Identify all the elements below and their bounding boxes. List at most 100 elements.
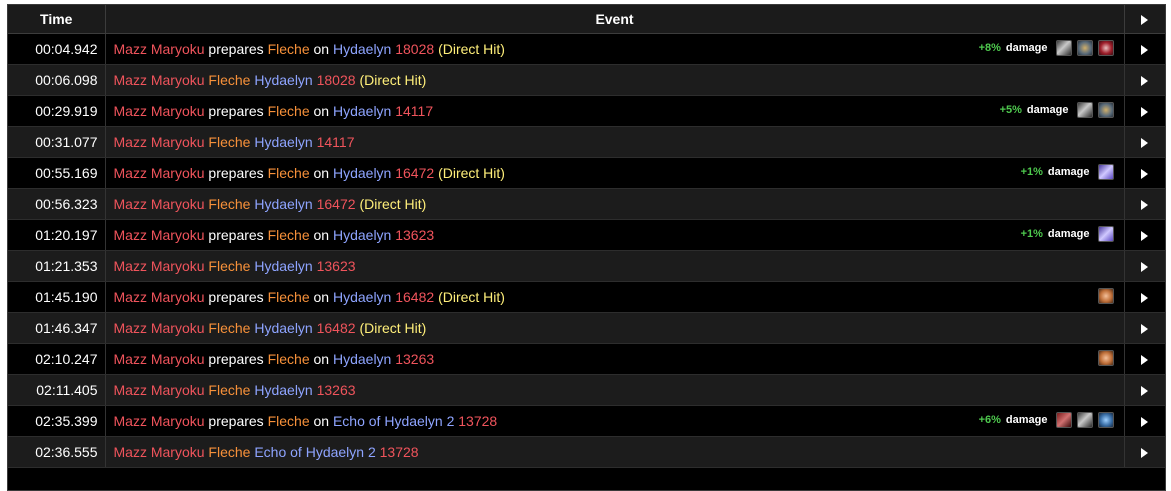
target-actor-link[interactable]: Hydaelyn [254, 382, 312, 398]
table-row[interactable]: 00:55.169 Mazz Maryoku prepares Fleche on… [8, 157, 1165, 189]
target-actor-link[interactable]: Hydaelyn [254, 72, 312, 88]
ability-link[interactable]: Fleche [208, 444, 250, 460]
whetstone-buff-icon[interactable] [1076, 102, 1093, 118]
crystal-buff-icon[interactable] [1097, 226, 1114, 242]
source-actor-link[interactable]: Mazz Maryoku [114, 196, 205, 212]
prepares-label: prepares [208, 41, 264, 57]
table-row[interactable]: 00:29.919 Mazz Maryoku prepares Fleche on… [8, 95, 1165, 127]
target-actor-link[interactable]: Echo of Hydaelyn 2 [254, 444, 375, 460]
target-actor-link[interactable]: Echo of Hydaelyn 2 [333, 413, 454, 429]
expand-all-button[interactable] [1124, 5, 1165, 34]
ability-link[interactable]: Fleche [268, 41, 310, 57]
target-actor-link[interactable]: Hydaelyn [333, 227, 391, 243]
expand-row-button[interactable] [1124, 405, 1165, 437]
target-actor-link[interactable]: Hydaelyn [333, 103, 391, 119]
ability-link[interactable]: Fleche [208, 72, 250, 88]
time-column-header[interactable]: Time [8, 5, 106, 34]
ability-link[interactable]: Fleche [268, 103, 310, 119]
target-actor-link[interactable]: Hydaelyn [333, 41, 391, 57]
table-row[interactable]: 00:04.942 Mazz Maryoku prepares Fleche on… [8, 33, 1165, 65]
crystal-buff-icon[interactable] [1097, 164, 1114, 180]
ability-link[interactable]: Fleche [208, 320, 250, 336]
table-row[interactable]: 01:46.347 Mazz Maryoku Fleche Hydaelyn 16… [8, 312, 1165, 344]
expand-row-button[interactable] [1124, 64, 1165, 96]
expand-row-button[interactable] [1124, 343, 1165, 375]
source-actor-link[interactable]: Mazz Maryoku [114, 413, 205, 429]
event-time: 02:35.399 [8, 405, 106, 437]
expand-row-button[interactable] [1124, 33, 1165, 65]
table-row[interactable]: 02:10.247 Mazz Maryoku prepares Fleche on… [8, 343, 1165, 375]
source-actor-link[interactable]: Mazz Maryoku [114, 382, 205, 398]
target-actor-link[interactable]: Hydaelyn [254, 320, 312, 336]
expand-row-button[interactable] [1124, 188, 1165, 220]
table-row[interactable]: 01:20.197 Mazz Maryoku prepares Fleche on… [8, 219, 1165, 251]
expand-row-button[interactable] [1124, 126, 1165, 158]
event-rows: 00:04.942 Mazz Maryoku prepares Fleche on… [8, 33, 1165, 468]
expand-row-button[interactable] [1124, 157, 1165, 189]
table-row[interactable]: 01:45.190 Mazz Maryoku prepares Fleche on… [8, 281, 1165, 313]
whetstone-buff-icon[interactable] [1055, 40, 1072, 56]
medal-buff-icon[interactable] [1076, 40, 1093, 56]
expand-row-button[interactable] [1124, 312, 1165, 344]
source-actor-link[interactable]: Mazz Maryoku [114, 103, 205, 119]
expand-row-button[interactable] [1124, 219, 1165, 251]
target-actor-link[interactable]: Hydaelyn [254, 196, 312, 212]
target-actor-link[interactable]: Hydaelyn [333, 289, 391, 305]
table-row[interactable]: 01:21.353 Mazz Maryoku Fleche Hydaelyn 13… [8, 250, 1165, 282]
ability-link[interactable]: Fleche [208, 258, 250, 274]
whetstone-buff-icon[interactable] [1076, 412, 1093, 428]
source-actor-link[interactable]: Mazz Maryoku [114, 258, 205, 274]
target-actor-link[interactable]: Hydaelyn [333, 351, 391, 367]
source-actor-link[interactable]: Mazz Maryoku [114, 289, 205, 305]
ability-link[interactable]: Fleche [268, 165, 310, 181]
prepares-label: prepares [208, 413, 264, 429]
ability-link[interactable]: Fleche [268, 351, 310, 367]
potion-buff-icon[interactable] [1097, 350, 1114, 366]
card-buff-icon[interactable] [1097, 40, 1114, 56]
expand-row-button[interactable] [1124, 436, 1165, 468]
source-actor-link[interactable]: Mazz Maryoku [114, 41, 205, 57]
damage-amount: 18028 [316, 72, 356, 88]
table-row[interactable]: 00:06.098 Mazz Maryoku Fleche Hydaelyn 18… [8, 64, 1165, 96]
target-actor-link[interactable]: Hydaelyn [333, 165, 391, 181]
ability-link[interactable]: Fleche [268, 413, 310, 429]
source-actor-link[interactable]: Mazz Maryoku [114, 444, 205, 460]
event-time: 00:55.169 [8, 157, 106, 189]
ability-link[interactable]: Fleche [208, 382, 250, 398]
source-actor-link[interactable]: Mazz Maryoku [114, 227, 205, 243]
target-actor-link[interactable]: Hydaelyn [254, 258, 312, 274]
potion-buff-icon[interactable] [1097, 288, 1114, 304]
event-description: Mazz Maryoku Fleche Echo of Hydaelyn 2 1… [105, 436, 1125, 468]
event-time: 00:56.323 [8, 188, 106, 220]
source-actor-link[interactable]: Mazz Maryoku [114, 351, 205, 367]
expand-row-button[interactable] [1124, 374, 1165, 406]
source-actor-link[interactable]: Mazz Maryoku [114, 72, 205, 88]
event-description: Mazz Maryoku prepares Fleche on Hydaelyn… [105, 219, 1125, 251]
medal-buff-icon[interactable] [1097, 102, 1114, 118]
table-row[interactable]: 00:31.077 Mazz Maryoku Fleche Hydaelyn 14… [8, 126, 1165, 158]
damage-amount: 16482 [316, 320, 356, 336]
expand-row-button[interactable] [1124, 281, 1165, 313]
damage-amount: 16472 [395, 165, 435, 181]
sword-buff-icon[interactable] [1055, 412, 1072, 428]
source-actor-link[interactable]: Mazz Maryoku [114, 320, 205, 336]
table-row[interactable]: 00:56.323 Mazz Maryoku Fleche Hydaelyn 16… [8, 188, 1165, 220]
bonus-percent: +8% [978, 42, 1001, 54]
event-column-header[interactable]: Event [105, 5, 1125, 34]
event-time: 02:36.555 [8, 436, 106, 468]
source-actor-link[interactable]: Mazz Maryoku [114, 165, 205, 181]
expand-row-button[interactable] [1124, 95, 1165, 127]
bonus-percent: +1% [1020, 166, 1043, 178]
ability-link[interactable]: Fleche [268, 227, 310, 243]
source-actor-link[interactable]: Mazz Maryoku [114, 134, 205, 150]
ability-link[interactable]: Fleche [208, 134, 250, 150]
table-row[interactable]: 02:36.555 Mazz Maryoku Fleche Echo of Hyd… [8, 436, 1165, 468]
expand-row-button[interactable] [1124, 250, 1165, 282]
table-row[interactable]: 02:35.399 Mazz Maryoku prepares Fleche on… [8, 405, 1165, 437]
on-label: on [313, 227, 330, 243]
ability-link[interactable]: Fleche [268, 289, 310, 305]
shield-buff-icon[interactable] [1097, 412, 1114, 428]
target-actor-link[interactable]: Hydaelyn [254, 134, 312, 150]
table-row[interactable]: 02:11.405 Mazz Maryoku Fleche Hydaelyn 13… [8, 374, 1165, 406]
ability-link[interactable]: Fleche [208, 196, 250, 212]
